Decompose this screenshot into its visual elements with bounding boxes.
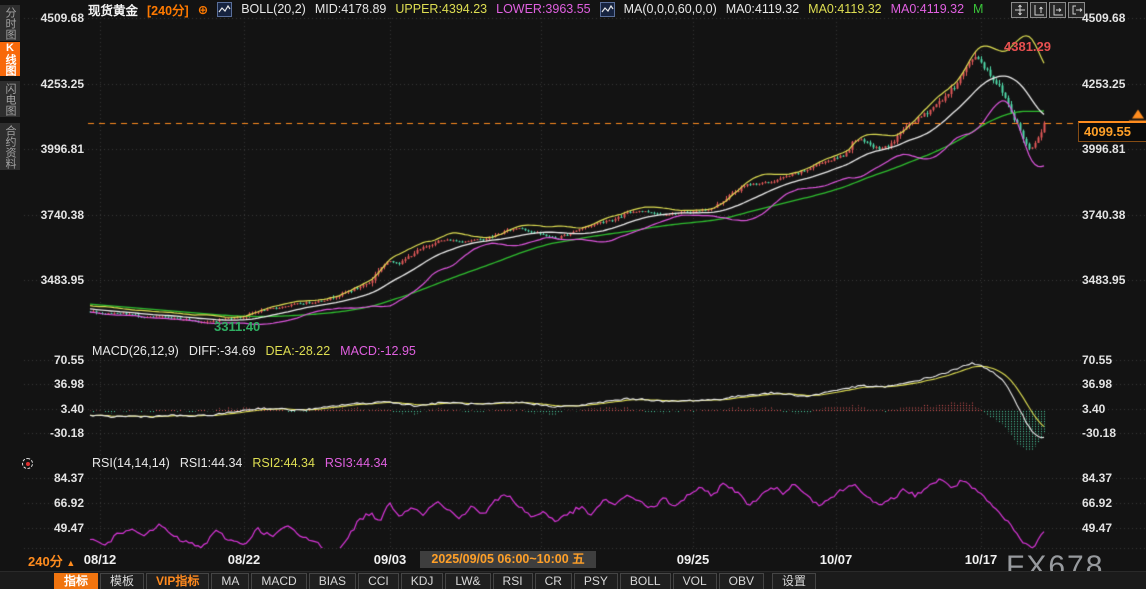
toolbar-item-VOL[interactable]: VOL [673,573,717,589]
ma0-magenta-value: MA0:4119.32 [891,2,964,16]
macd-dea-value: DEA:-28.22 [266,344,331,358]
period-arrow-icon: ▲ [66,558,75,568]
ma-indicator-icon[interactable] [600,2,615,17]
low-price-label: 3311.40 [214,319,260,334]
pan-tool-icon[interactable] [1011,2,1028,18]
macd-diff-value: DIFF:-34.69 [189,344,256,358]
axis-tick-label: 3483.95 [22,273,84,287]
sidebar: 分时图K线图闪电图合约资料 [0,0,20,589]
toolbar-item-RSI[interactable]: RSI [493,573,533,589]
axis-tick-label: 36.98 [1082,377,1144,391]
macd-header: MACD(26,12,9) DIFF:-34.69 DEA:-28.22 MAC… [92,344,416,358]
right-axis: 4509.68 4253.25 3996.81 3740.38 3483.95 70.55… [1082,0,1144,589]
x-tick-10/17: 10/17 [965,552,998,567]
magnet-icon[interactable]: ⊕ [198,2,208,17]
boll-label: BOLL(20,2) [241,2,306,16]
x-axis-strip: 240分 ▲ 08/12 08/22 09/03 09/25 10/07 10/17 20… [0,551,1146,569]
boll-indicator-icon[interactable] [217,2,232,17]
axis-tick-label: 3483.95 [1082,273,1144,287]
toolbar-item-LW&[interactable]: LW& [445,573,490,589]
axis-tick-label: 3740.38 [1082,208,1144,222]
peak-price-label: 4381.29 [1004,39,1051,54]
axis-tick-label: 4509.68 [22,11,84,25]
axis-tick-label: 3996.81 [1082,142,1144,156]
boll-mid-value: MID:4178.89 [315,2,387,16]
toolbar-item-MACD[interactable]: MACD [251,573,306,589]
axis-tick-label: -30.18 [22,426,84,440]
boll-upper-value: UPPER:4394.23 [395,2,487,16]
ma0-yellow-value: MA0:4119.32 [808,2,881,16]
ma-green-value: M [973,2,983,16]
axis-tick-label: 84.37 [22,471,84,485]
ma-label: MA(0,0,0,60,0,0) [624,2,717,16]
symbol-name: 现货黄金 [88,0,138,19]
axis-tick-label: 49.47 [1082,521,1144,535]
target-icon[interactable] [22,458,33,469]
axis-tick-label: 66.92 [22,496,84,510]
toolbar-item-PSY[interactable]: PSY [574,573,618,589]
trading-app-window: 分时图K线图闪电图合约资料 现货黄金 [240分] ⊕ BOLL(20,2) M… [0,0,1146,589]
toolbar-item-模板[interactable]: 模板 [100,573,144,589]
x-tick-08/22: 08/22 [228,552,261,567]
period-label[interactable]: [240分] [147,0,189,19]
rsi-title: RSI(14,14,14) [92,456,170,470]
indicator-toolbar: 指标模板VIP指标MAMACDBIASCCIKDJLW&RSICRPSYBOLL… [0,571,1146,589]
macd-macd-value: MACD:-12.95 [340,344,416,358]
rsi1-value: RSI1:44.34 [180,456,243,470]
window-controls [1011,2,1085,18]
x-tick-09/25: 09/25 [677,552,710,567]
axis-tick-label: 70.55 [22,353,84,367]
axis-tick-label: 4253.25 [1082,77,1144,91]
toolbar-item-BOLL[interactable]: BOLL [620,573,671,589]
rsi2-value: RSI2:44.34 [252,456,315,470]
zoom-y-axis-icon[interactable] [1030,2,1047,18]
toolbar-item-MA[interactable]: MA [211,573,249,589]
toolbar-item-CR[interactable]: CR [535,573,572,589]
toolbar-item-设置[interactable]: 设置 [772,573,816,589]
axis-tick-label: 3.40 [22,402,84,416]
axis-tick-label: 36.98 [22,377,84,391]
toolbar-item-OBV[interactable]: OBV [719,573,764,589]
rsi-header: RSI(14,14,14) RSI1:44.34 RSI2:44.34 RSI3… [92,456,387,470]
macd-title: MACD(26,12,9) [92,344,179,358]
axis-tick-label: 4509.68 [1082,11,1144,25]
sidebar-item-2[interactable]: 闪电图 [0,81,20,117]
rsi3-value: RSI3:44.34 [325,456,388,470]
axis-tick-label: 4253.25 [22,77,84,91]
period-selector[interactable]: 240分 ▲ [28,551,75,570]
zoom-x-axis-icon[interactable] [1049,2,1066,18]
axis-tick-label: 3996.81 [22,142,84,156]
axis-tick-label: 70.55 [1082,353,1144,367]
sidebar-item-0[interactable]: 分时图 [0,5,20,41]
axis-tick-label: 49.47 [22,521,84,535]
boll-lower-value: LOWER:3963.55 [496,2,591,16]
axis-tick-label: 66.92 [1082,496,1144,510]
toolbar-item-VIP指标[interactable]: VIP指标 [146,573,209,589]
sidebar-item-3[interactable]: 合约资料 [0,123,20,170]
axis-tick-label: -30.18 [1082,426,1144,440]
last-price-tag: 4099.55 [1078,121,1146,142]
chart-header: 现货黄金 [240分] ⊕ BOLL(20,2) MID:4178.89 UPP… [88,1,983,17]
axis-tick-label: 84.37 [1082,471,1144,485]
toolbar-item-CCI[interactable]: CCI [358,573,399,589]
x-tick-08/12: 08/12 [84,552,117,567]
axis-tick-label: 3.40 [1082,402,1144,416]
toolbar-item-指标[interactable]: 指标 [54,573,98,589]
x-tick-10/07: 10/07 [820,552,853,567]
chart-canvas[interactable] [0,0,1146,589]
x-tick-09/03: 09/03 [374,552,407,567]
ma0-white-value: MA0:4119.32 [726,2,799,16]
left-axis: 4509.68 4253.25 3996.81 3740.38 3483.95 70.55… [22,0,84,589]
axis-tick-label: 3740.38 [22,208,84,222]
sidebar-item-1[interactable]: K线图 [0,42,20,76]
toolbar-item-KDJ[interactable]: KDJ [401,573,444,589]
session-highlight-label: 2025/09/05 06:00~10:00 五 [420,551,596,568]
toolbar-item-BIAS[interactable]: BIAS [309,573,356,589]
